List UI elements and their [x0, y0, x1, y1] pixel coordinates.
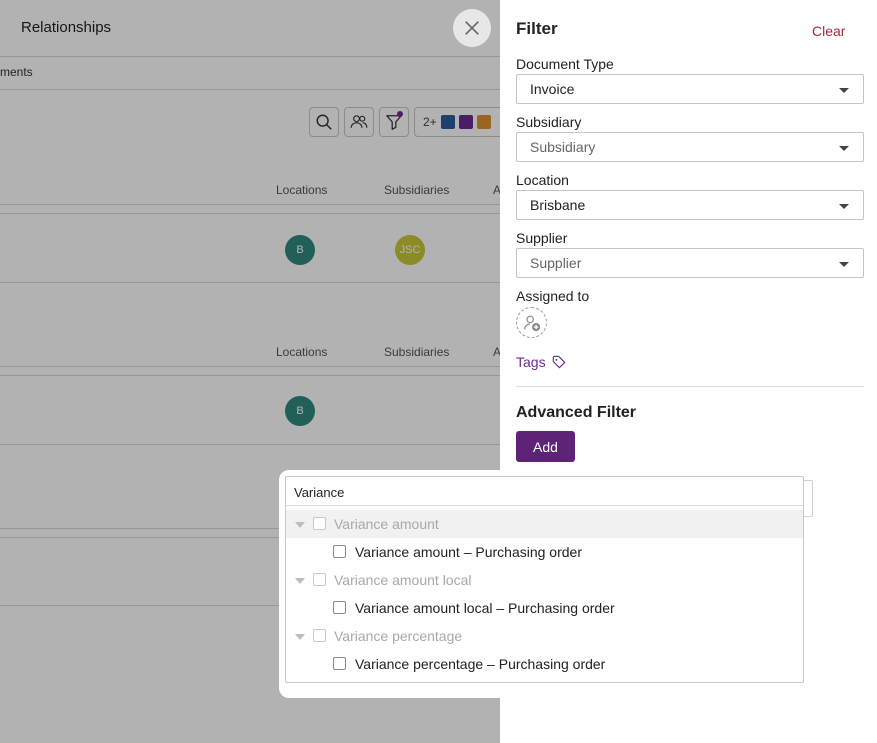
divider	[0, 366, 500, 367]
swatch-blue	[440, 115, 455, 129]
add-filter-button[interactable]: Add	[516, 431, 575, 462]
location-select[interactable]: Brisbane	[516, 190, 864, 220]
supplier-select[interactable]: Supplier	[516, 248, 864, 278]
chevron-down-icon[interactable]	[295, 634, 305, 640]
chevron-down-icon	[839, 88, 849, 93]
supplier-placeholder: Supplier	[530, 255, 582, 271]
page-title: Relationships	[21, 19, 112, 36]
tab-label-fragment[interactable]: ments	[0, 65, 33, 79]
divider	[516, 386, 864, 387]
checkbox[interactable]	[333, 601, 346, 614]
column-header-subsidiaries: Subsidiaries	[384, 345, 450, 359]
avatar: B	[285, 396, 315, 426]
option-variance-amount[interactable]: Variance amount	[286, 510, 803, 538]
filter-active-dot	[397, 111, 403, 117]
users-button[interactable]	[344, 107, 374, 137]
option-variance-amount-po[interactable]: Variance amount – Purchasing order	[286, 538, 803, 566]
underlying-input-edge	[804, 480, 813, 517]
option-variance-percentage-po[interactable]: Variance percentage – Purchasing order	[286, 650, 803, 678]
dropdown-search-input[interactable]: Variance	[286, 477, 803, 506]
option-label: Variance amount local – Purchasing order	[355, 600, 615, 616]
avatar: JSC	[395, 235, 425, 265]
tag-icon	[552, 355, 565, 369]
option-variance-percentage[interactable]: Variance percentage	[286, 622, 803, 650]
divider	[0, 89, 500, 90]
swatch-orange	[476, 115, 491, 129]
divider	[0, 204, 500, 205]
checkbox[interactable]	[333, 545, 346, 558]
checkbox[interactable]	[313, 517, 326, 530]
tags-label: Tags	[516, 354, 546, 370]
filter-button[interactable]	[379, 107, 409, 137]
search-icon	[316, 114, 332, 130]
close-icon	[465, 21, 479, 35]
users-icon	[350, 115, 368, 128]
option-label: Variance amount – Purchasing order	[355, 544, 582, 560]
add-user-icon	[523, 315, 540, 331]
divider	[0, 375, 500, 376]
document-type-select[interactable]: Invoice	[516, 74, 864, 104]
option-label: Variance amount	[334, 516, 439, 532]
field-dropdown: Variance Variance amount Variance amount…	[279, 470, 821, 698]
tags-button[interactable]: Tags	[516, 354, 566, 370]
checkbox[interactable]	[333, 657, 346, 670]
dropdown-list: Variance Variance amount Variance amount…	[285, 476, 804, 683]
option-label: Variance percentage – Purchasing order	[355, 656, 606, 672]
chevron-down-icon	[839, 146, 849, 151]
location-value: Brisbane	[530, 197, 586, 213]
swatch-count: 2+	[423, 115, 437, 129]
option-variance-amount-local-po[interactable]: Variance amount local – Purchasing order	[286, 594, 803, 622]
supplier-label: Supplier	[516, 230, 568, 246]
column-header-locations: Locations	[276, 183, 328, 197]
subsidiary-label: Subsidiary	[516, 114, 582, 130]
document-type-label: Document Type	[516, 56, 614, 72]
option-label: Variance amount local	[334, 572, 472, 588]
divider	[0, 56, 500, 57]
divider	[0, 282, 500, 283]
option-variance-amount-local[interactable]: Variance amount local	[286, 566, 803, 594]
add-assignee-button[interactable]	[516, 307, 547, 338]
advanced-filter-title: Advanced Filter	[516, 404, 637, 421]
divider	[0, 213, 500, 214]
checkbox[interactable]	[313, 573, 326, 586]
assigned-to-label: Assigned to	[516, 288, 590, 304]
chevron-down-icon	[839, 262, 849, 267]
chevron-down-icon[interactable]	[295, 578, 305, 584]
clear-button[interactable]: Clear	[812, 23, 845, 39]
column-header-locations: Locations	[276, 345, 328, 359]
search-button[interactable]	[309, 107, 339, 137]
close-button[interactable]	[453, 9, 491, 47]
option-label: Variance percentage	[334, 628, 463, 644]
checkbox[interactable]	[313, 629, 326, 642]
document-type-value: Invoice	[530, 81, 575, 97]
avatar: B	[285, 235, 315, 265]
color-swatches[interactable]: 2+	[414, 107, 504, 137]
swatch-purple	[458, 115, 473, 129]
chevron-down-icon	[839, 204, 849, 209]
column-header-subsidiaries: Subsidiaries	[384, 183, 450, 197]
subsidiary-placeholder: Subsidiary	[530, 139, 596, 155]
divider	[0, 444, 500, 445]
location-label: Location	[516, 172, 569, 188]
chevron-down-icon[interactable]	[295, 522, 305, 528]
panel-title: Filter	[516, 19, 558, 38]
subsidiary-select[interactable]: Subsidiary	[516, 132, 864, 162]
